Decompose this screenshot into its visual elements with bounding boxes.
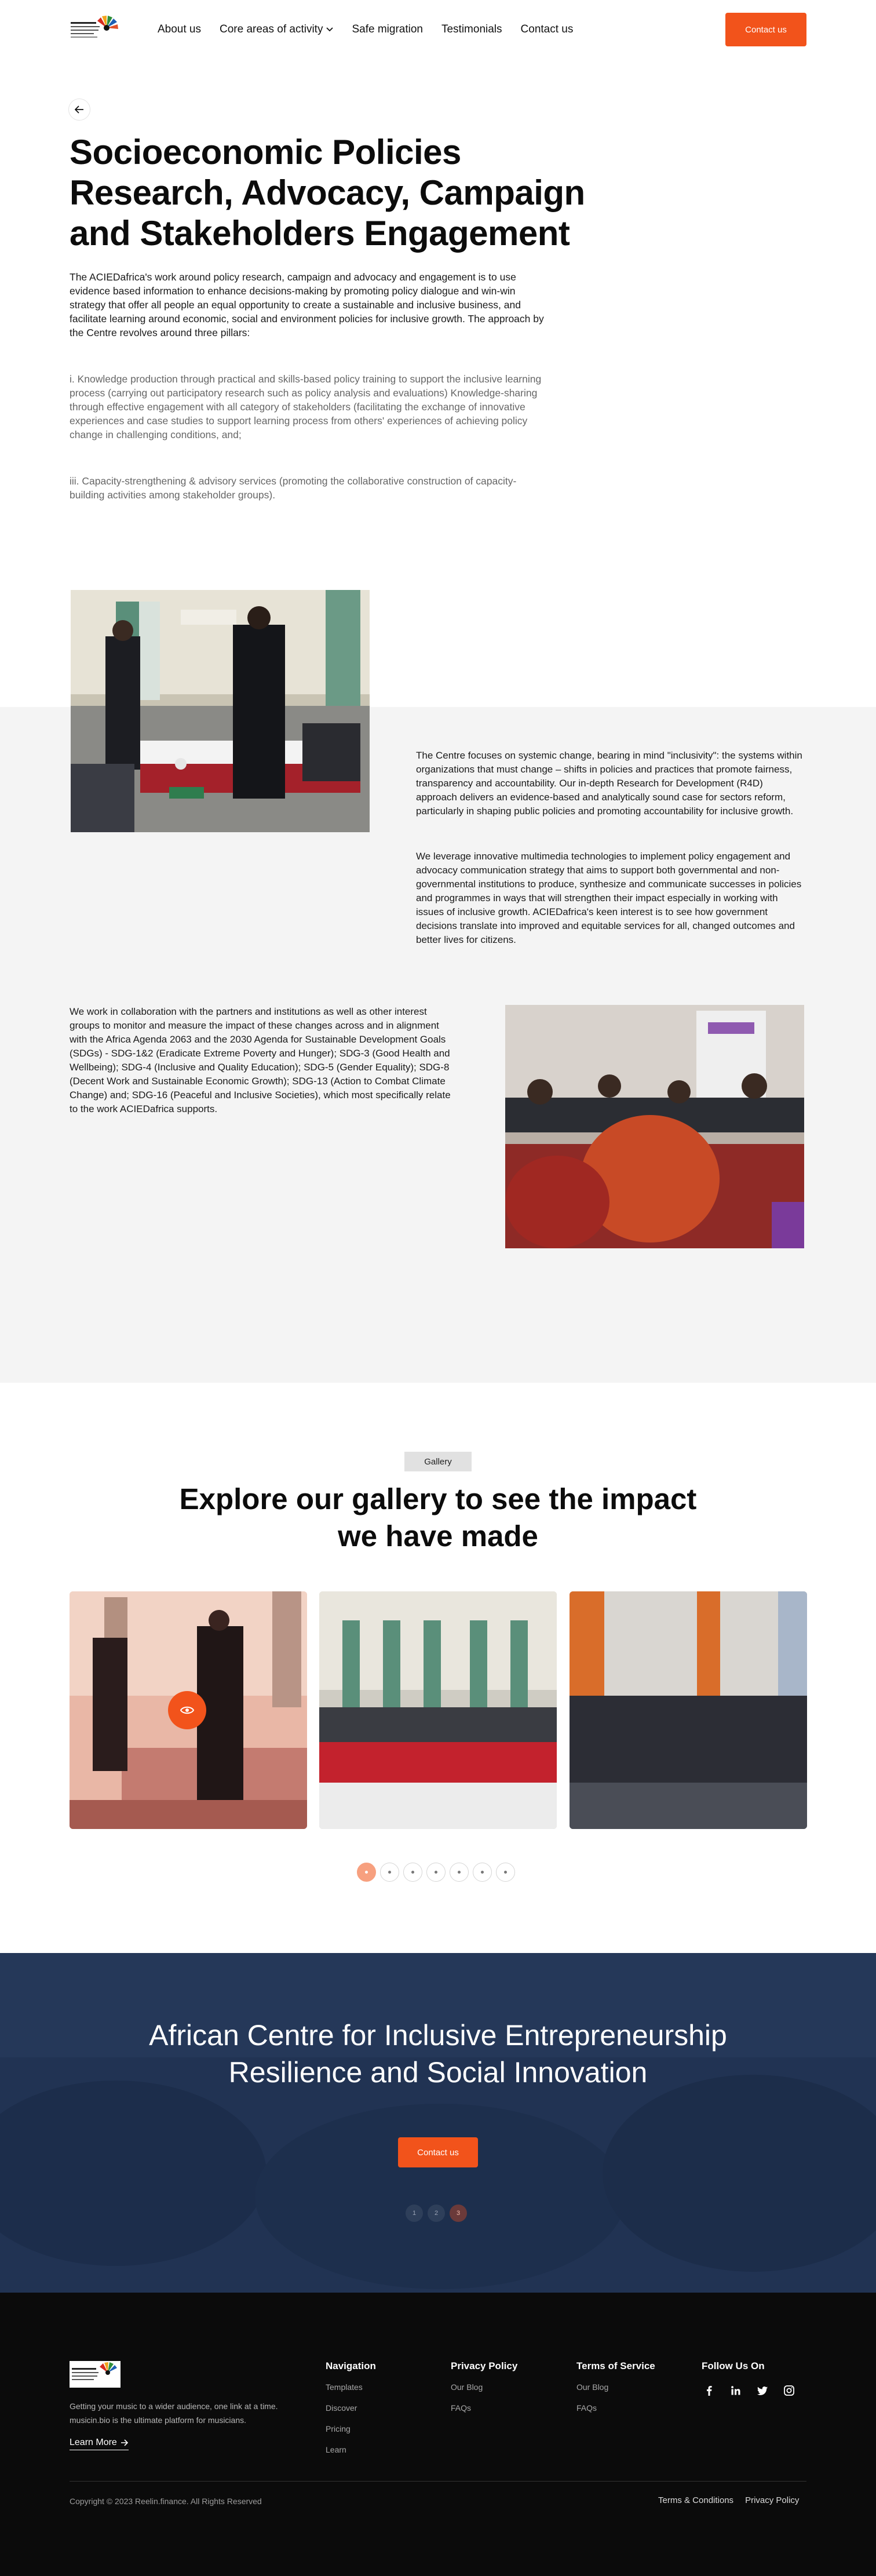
- workshop-photo: [71, 590, 370, 832]
- learn-more-link[interactable]: Learn More: [70, 2437, 129, 2450]
- conference-photo: [505, 1005, 804, 1248]
- footer-col-social: Follow Us On: [702, 2360, 765, 2382]
- footer-legal-links: Terms & Conditions Privacy Policy: [658, 2495, 799, 2505]
- footer-col-title: Navigation: [326, 2360, 376, 2371]
- contact-us-button[interactable]: Contact us: [725, 13, 806, 46]
- view-button[interactable]: [168, 1691, 206, 1729]
- nav-about-us[interactable]: About us: [158, 23, 201, 36]
- footer-divider: [70, 2481, 806, 2482]
- gallery-title: Explore our gallery to see the impact we…: [179, 1482, 697, 1553]
- banner-contact-button[interactable]: Contact us: [398, 2137, 478, 2167]
- footer-link[interactable]: Pricing: [326, 2424, 376, 2433]
- back-arrow-icon: [75, 105, 83, 114]
- about-paragraph-1: The Centre focuses on systemic change, b…: [416, 750, 802, 817]
- intro-paragraph: The ACIEDafrica's work around policy res…: [70, 271, 544, 338]
- arrow-right-icon: [121, 2439, 128, 2446]
- footer-link[interactable]: Our Blog: [576, 2382, 655, 2392]
- nav-core-areas-label: Core areas of activity: [220, 23, 323, 35]
- about-paragraph-3: We work in collaboration with the partne…: [70, 1006, 451, 1114]
- footer-col-privacy: Privacy Policy Our Blog FAQs: [451, 2360, 517, 2424]
- chevron-down-icon: [326, 27, 334, 32]
- top-navigation: About us Core areas of activity Safe mig…: [0, 0, 876, 60]
- footer-link[interactable]: FAQs: [576, 2403, 655, 2413]
- gallery-page-dot[interactable]: [496, 1863, 515, 1882]
- footer-col-title: Terms of Service: [576, 2360, 655, 2371]
- terms-link[interactable]: Terms & Conditions: [658, 2495, 733, 2505]
- nav-contact-us[interactable]: Contact us: [521, 23, 574, 36]
- footer-logo[interactable]: [70, 2361, 121, 2388]
- gallery-page-dot[interactable]: [450, 1863, 469, 1882]
- footer-col-title: Privacy Policy: [451, 2360, 518, 2371]
- nav-testimonials[interactable]: Testimonials: [441, 23, 502, 36]
- footer-col-navigation: Navigation Templates Discover Pricing Le…: [326, 2360, 376, 2466]
- gallery-badge: Gallery: [404, 1452, 472, 1471]
- pillar-paragraph-3: iii. Capacity-strengthening & advisory s…: [70, 475, 517, 501]
- gallery-page-dot[interactable]: [426, 1863, 446, 1882]
- banner-title: African Centre for Inclusive Entrepreneu…: [149, 2019, 727, 2089]
- social-links: [703, 2384, 795, 2397]
- banner-page-dot[interactable]: 3: [450, 2205, 467, 2222]
- footer-col-title: Follow Us On: [702, 2360, 765, 2371]
- learn-more-label: Learn More: [70, 2437, 117, 2447]
- gallery-page-dot[interactable]: [403, 1863, 422, 1882]
- banner-pagination: 1 2 3: [406, 2205, 467, 2222]
- gallery-page-dot[interactable]: [380, 1863, 399, 1882]
- privacy-link[interactable]: Privacy Policy: [745, 2495, 799, 2505]
- gallery-pagination: [357, 1863, 515, 1882]
- footer-link[interactable]: Discover: [326, 2403, 376, 2413]
- gallery-page-dot[interactable]: [357, 1863, 376, 1882]
- eye-icon: [180, 1706, 194, 1714]
- twitter-icon[interactable]: [756, 2384, 769, 2397]
- footer-link[interactable]: FAQs: [451, 2403, 517, 2413]
- gallery-card[interactable]: [319, 1591, 557, 1829]
- cta-banner: [0, 1953, 876, 2293]
- footer-about-text: Getting your music to a wider audience, …: [70, 2402, 278, 2425]
- facebook-icon[interactable]: [703, 2384, 716, 2397]
- nav-core-areas[interactable]: Core areas of activity: [220, 23, 334, 36]
- pillar-paragraph-1: i. Knowledge production through practica…: [70, 373, 542, 440]
- banner-page-dot[interactable]: 2: [428, 2205, 445, 2222]
- gallery-card[interactable]: [570, 1591, 807, 1829]
- page-title: Socioeconomic Policies Research, Advocac…: [70, 133, 585, 253]
- nav-safe-migration[interactable]: Safe migration: [352, 23, 423, 36]
- footer-link[interactable]: Our Blog: [451, 2382, 517, 2392]
- linkedin-icon[interactable]: [729, 2384, 742, 2397]
- footer-link[interactable]: Learn: [326, 2445, 376, 2454]
- copyright-text: Copyright © 2023 Reelin.finance. All Rig…: [70, 2497, 262, 2506]
- banner-page-dot[interactable]: 1: [406, 2205, 423, 2222]
- nav-links: About us Core areas of activity Safe mig…: [158, 23, 573, 36]
- footer-col-terms: Terms of Service Our Blog FAQs: [576, 2360, 655, 2424]
- gallery-card[interactable]: [70, 1591, 307, 1829]
- footer-link[interactable]: Templates: [326, 2382, 376, 2392]
- gallery-page-dot[interactable]: [473, 1863, 492, 1882]
- instagram-icon[interactable]: [783, 2384, 795, 2397]
- back-button[interactable]: [68, 99, 90, 121]
- about-paragraph-2: We leverage innovative multimedia techno…: [416, 851, 802, 945]
- site-logo[interactable]: [70, 15, 119, 45]
- footer: [0, 2293, 876, 2576]
